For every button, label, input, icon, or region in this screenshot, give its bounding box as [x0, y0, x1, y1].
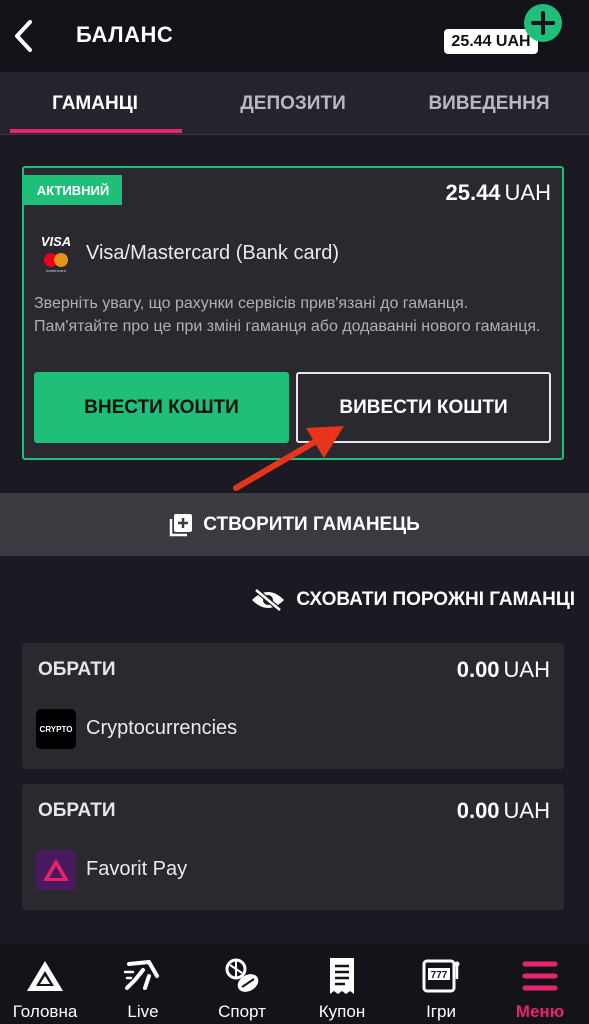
nav-item-live[interactable]: Live [94, 944, 192, 1024]
wallet-item-favorit-pay[interactable]: ОБРАТИ 0.00 UAH Favorit Pay [22, 784, 564, 910]
tabs-bar: ГАМАНЦІ ДЕПОЗИТИ ВИВЕДЕННЯ [0, 72, 589, 135]
payment-method-name: Visa/Mastercard (Bank card) [86, 242, 340, 264]
select-wallet-label[interactable]: ОБРАТИ [38, 659, 115, 681]
create-wallet-button[interactable]: СТВОРИТИ ГАМАНЕЦЬ [0, 493, 589, 556]
wallet-amount-value: 0.00 [456, 798, 500, 823]
wallet-name: Cryptocurrencies [86, 717, 238, 739]
wallet-amount-value: 0.00 [456, 657, 500, 682]
hide-empty-wallets-toggle[interactable]: СХОВАТИ ПОРОЖНІ ГАМАНЦІ [250, 584, 575, 616]
red-arrow-annotation [233, 426, 344, 491]
nav-label: Live [127, 1002, 159, 1021]
wallet-item-crypto[interactable]: ОБРАТИ 0.00 UAH CRYPTO Cryptocurrencies [22, 643, 564, 769]
plus-icon [531, 11, 555, 35]
nav-label: Купон [318, 1002, 366, 1021]
visa-logo-text: VISA [41, 234, 71, 249]
add-square-icon [169, 513, 193, 536]
nav-label: Спорт [218, 1002, 266, 1021]
nav-item-sport[interactable]: Спорт [193, 944, 291, 1024]
wallet-amount: 0.00 UAH [457, 798, 550, 824]
wallet-amount-currency: UAH [503, 798, 550, 823]
tab-deposits[interactable]: ДЕПОЗИТИ [200, 72, 386, 135]
favorit-logo-icon [43, 859, 69, 881]
wallet-amount: 0.00 UAH [457, 657, 550, 683]
back-button[interactable] [6, 16, 40, 56]
amount-currency: UAH [504, 180, 551, 205]
create-wallet-label: СТВОРИТИ ГАМАНЕЦЬ [203, 513, 420, 535]
active-badge: АКТИВНИЙ [24, 175, 122, 205]
svg-text:777: 777 [431, 970, 448, 981]
crypto-icon-text: CRYPTO [39, 724, 73, 734]
visa-mastercard-icon: VISA mastercard [41, 234, 71, 273]
eye-off-icon [252, 588, 285, 612]
amount-value: 25.44 [445, 180, 501, 205]
hide-empty-label: СХОВАТИ ПОРОЖНІ ГАМАНЦІ [296, 589, 575, 610]
coupon-icon [322, 954, 362, 998]
nav-item-games[interactable]: 777 Ігри [392, 944, 490, 1024]
page-title: БАЛАНС [76, 22, 174, 47]
home-logo-icon [25, 954, 65, 998]
wallet-name: Favorit Pay [86, 858, 188, 880]
sport-balls-icon [222, 954, 262, 998]
active-wallet-amount: 25.44 UAH [445, 180, 551, 206]
header: БАЛАНС 25.44 UAH [0, 0, 589, 72]
crypto-icon: CRYPTO [36, 709, 76, 749]
menu-icon [520, 954, 560, 998]
nav-label: Ігри [426, 1002, 456, 1021]
select-wallet-label[interactable]: ОБРАТИ [38, 800, 115, 822]
tab-wallets[interactable]: ГАМАНЦІ [0, 72, 190, 135]
nav-item-menu[interactable]: Меню [491, 944, 589, 1024]
nav-label: Головна [12, 1002, 78, 1021]
add-funds-button[interactable] [524, 4, 562, 42]
bottom-navigation: Головна Live Спорт Купон 777 Ігри Меню [0, 944, 589, 1024]
favorit-pay-icon [36, 850, 76, 890]
nav-label: Меню [515, 1002, 565, 1021]
mastercard-logo-text: mastercard [46, 268, 66, 273]
nav-item-home[interactable]: Головна [0, 944, 94, 1024]
live-runner-icon [123, 954, 163, 998]
slot-machine-icon: 777 [421, 954, 461, 998]
tab-withdrawals[interactable]: ВИВЕДЕННЯ [396, 72, 582, 135]
active-tab-indicator [10, 129, 182, 133]
balance-badge[interactable]: 25.44 UAH [444, 29, 538, 54]
nav-item-coupon[interactable]: Купон [293, 944, 391, 1024]
chevron-left-icon [15, 20, 32, 52]
wallet-notice: Зверніть увагу, що рахунки сервісів прив… [34, 295, 541, 335]
wallet-amount-currency: UAH [503, 657, 550, 682]
